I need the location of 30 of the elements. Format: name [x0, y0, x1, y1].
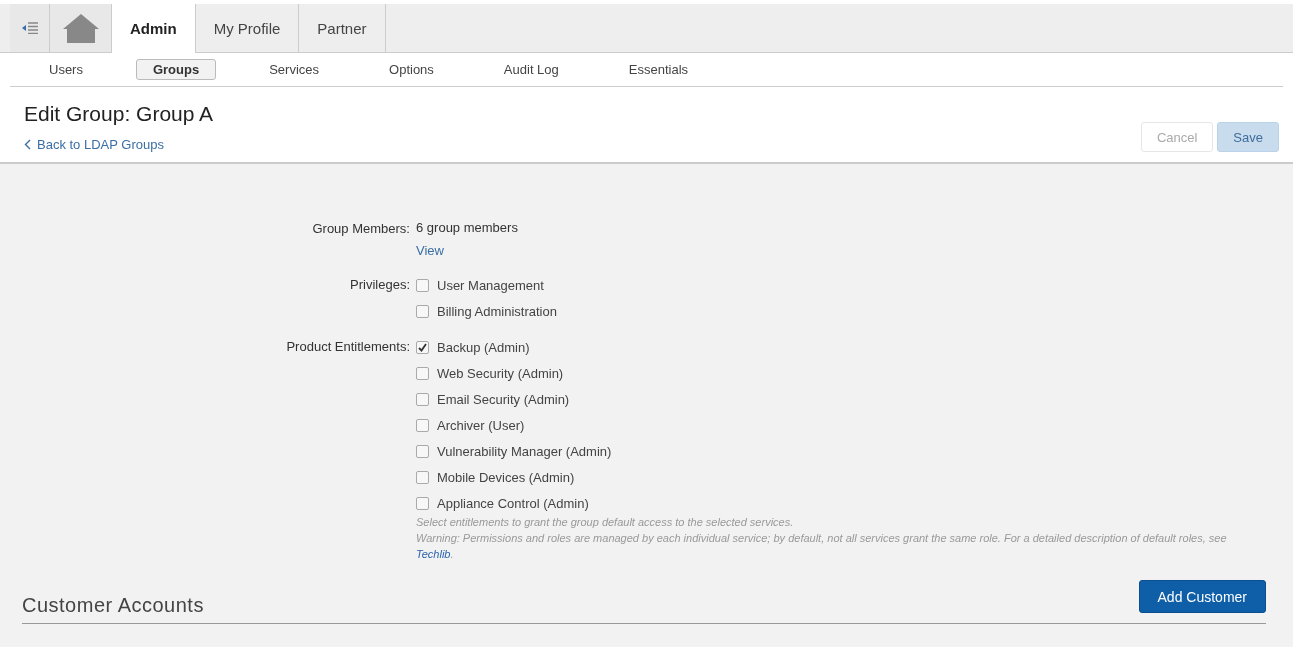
- sub-tab[interactable]: Options: [372, 59, 451, 80]
- field-label: Product Entitlements:: [285, 338, 410, 356]
- checkbox[interactable]: Backup (Admin): [416, 338, 1293, 356]
- page-title: Edit Group: Group A: [24, 102, 214, 126]
- checkbox[interactable]: Mobile Devices (Admin): [416, 468, 1293, 486]
- section-title: Customer Accounts: [22, 594, 204, 617]
- field-label: Group Members:: [311, 220, 410, 238]
- checkbox[interactable]: Email Security (Admin): [416, 390, 1293, 408]
- checkbox[interactable]: Appliance Control (Admin): [416, 494, 1293, 512]
- sub-tab[interactable]: Users: [32, 59, 100, 80]
- checkbox[interactable]: Billing Administration: [416, 302, 1293, 320]
- hint-text: Select entitlements to grant the group default access to the selected services.: [416, 515, 795, 530]
- sidebar-toggle-icon[interactable]: [10, 4, 50, 52]
- field-label: Privileges:: [349, 276, 410, 294]
- add-customer-button[interactable]: Add Customer: [1138, 580, 1266, 613]
- home-icon[interactable]: [50, 4, 112, 52]
- checkbox[interactable]: User Management: [416, 276, 1293, 294]
- sub-tab[interactable]: Groups: [135, 59, 217, 80]
- sub-tab[interactable]: Audit Log: [486, 59, 576, 80]
- checkbox[interactable]: Archiver (User): [416, 416, 1293, 434]
- member-count: 6 group members: [416, 220, 519, 235]
- sub-tab[interactable]: Services: [252, 59, 337, 80]
- chevron-left-icon: [24, 139, 31, 150]
- top-tab[interactable]: Admin: [112, 4, 196, 53]
- checkbox[interactable]: Vulnerability Manager (Admin): [416, 442, 1293, 460]
- checkbox[interactable]: Web Security (Admin): [416, 364, 1293, 382]
- sub-tab[interactable]: Essentials: [611, 59, 706, 80]
- warning-text: Warning: Permissions and roles are managed by each individual service; by default, not all services grant the same role. For a detailed description of default roles, see Techlib.: [416, 531, 1228, 562]
- view-link[interactable]: View: [416, 243, 444, 258]
- back-link[interactable]: Back to LDAP Groups: [24, 137, 164, 152]
